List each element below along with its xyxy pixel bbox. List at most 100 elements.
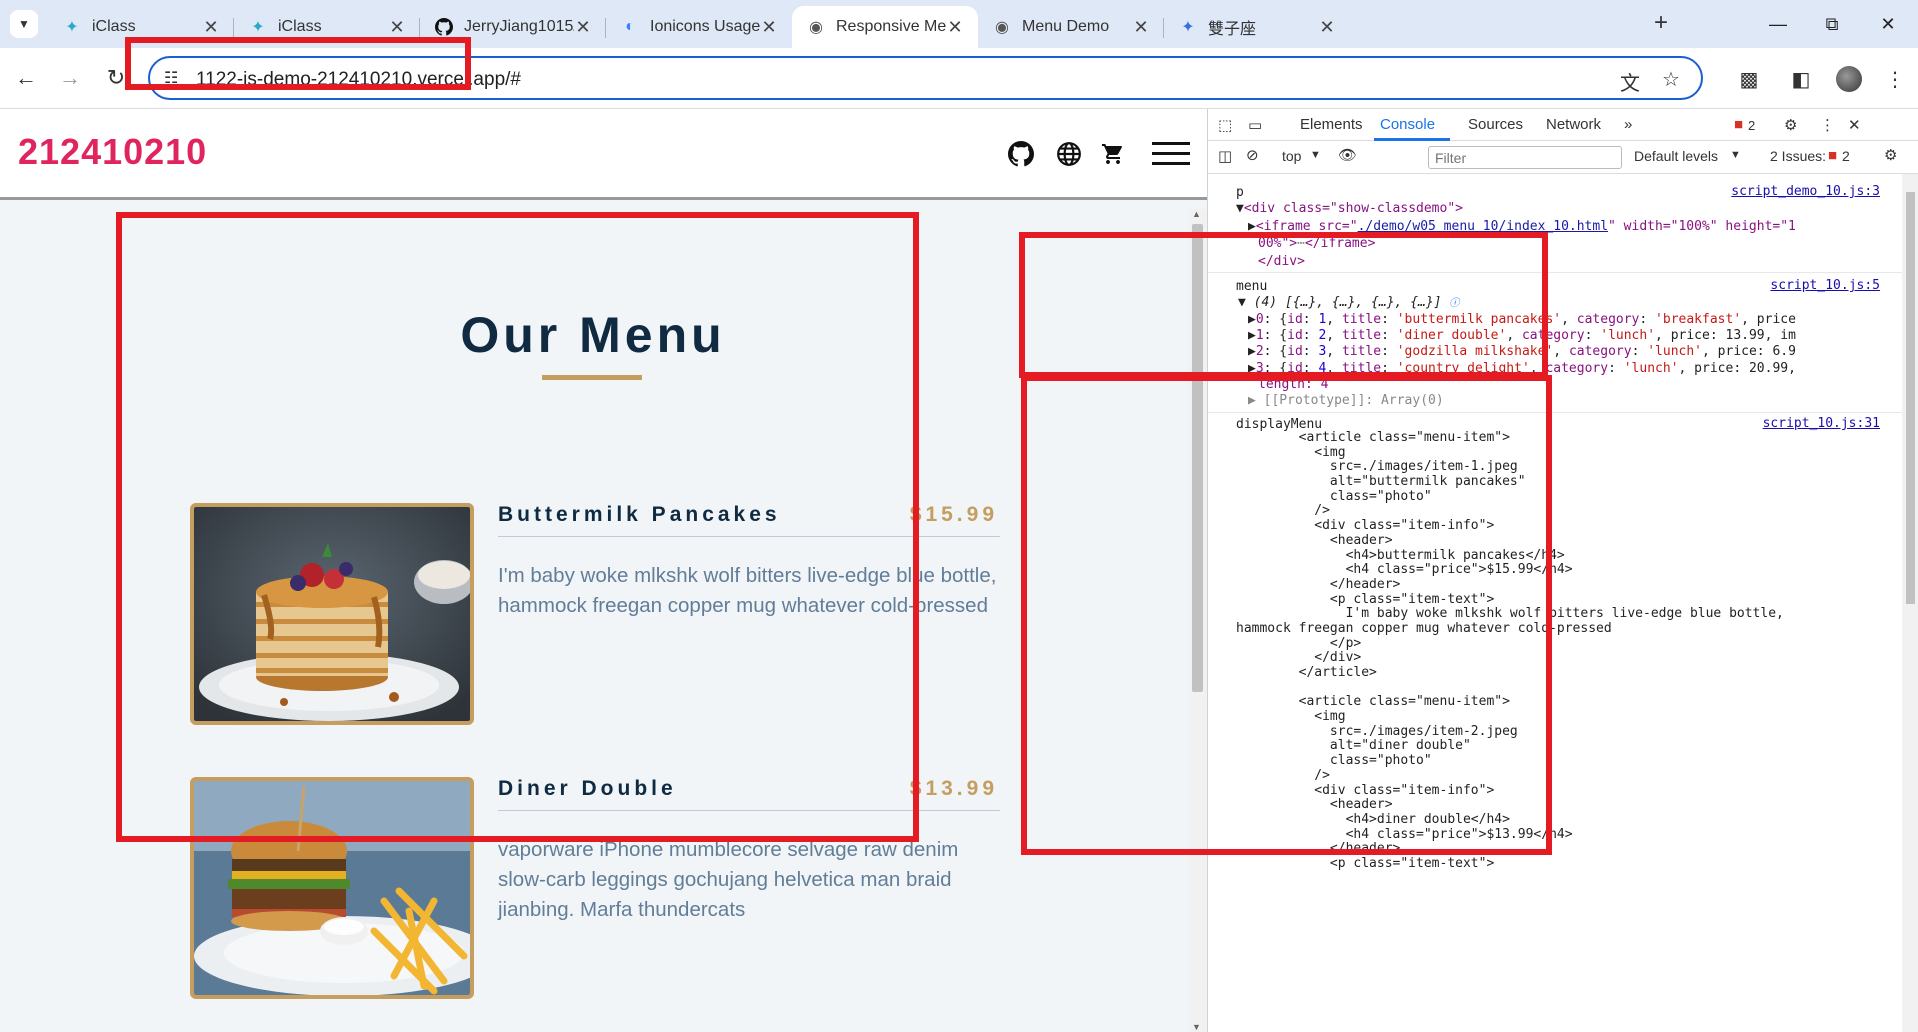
error-count[interactable]: 2 [1748,118,1755,133]
forward-button[interactable]: → [54,62,86,94]
extensions-button[interactable]: ▩ [1734,64,1764,94]
close-devtools-icon[interactable]: ✕ [1848,116,1861,134]
error-icon: ■ [1828,147,1838,164]
browser-tab-6[interactable]: ◉ Menu Demo ✕ [978,6,1164,48]
browser-tab-5-active[interactable]: ◉ Responsive Mega M ✕ [792,6,978,48]
maximize-button[interactable]: ⧉ [1802,8,1862,40]
close-icon[interactable]: ✕ [1318,17,1336,38]
chevron-down-icon[interactable]: ▼ [1730,149,1741,161]
entry-tail: , price [1741,312,1796,327]
new-tab-button[interactable]: + [1647,10,1675,38]
tab-title: Responsive Mega M [836,18,946,35]
array-entry[interactable]: ▶3: {id: 4, title: 'country delight', ca… [1248,360,1796,378]
more-vert-icon[interactable]: ⋮ [1820,116,1835,134]
entry-index: 3 [1255,361,1264,376]
console-settings-gear-icon[interactable]: ⚙ [1884,146,1897,164]
address-bar-url[interactable]: 1122-js-demo-212410210.vercel.app/# [196,69,521,91]
globe-icon[interactable] [1054,139,1084,169]
issues-count[interactable]: 2 [1842,148,1850,164]
log-html-output: <article class="menu-item"> <img src=./i… [1236,430,1896,872]
hamburger-menu-icon[interactable] [1152,139,1190,169]
entry-index: 0 [1255,312,1264,327]
log-html-line: src=./images/item-2.jpeg [1236,723,1518,739]
tab-title: 雙子座 [1208,21,1257,38]
browser-toolbar: ← → ↻ ☷ 1122-js-demo-212410210.vercel.ap… [0,48,1918,109]
device-toolbar-icon[interactable]: ▭ [1248,116,1262,134]
browser-tab-2[interactable]: ✦ iClass ✕ [234,6,420,48]
log-source-link[interactable]: script_demo_10.js:3 [1731,184,1880,199]
array-summary-text: (4) [{…}, {…}, {…}, {…}] [1253,295,1442,310]
close-icon[interactable]: ✕ [202,17,220,38]
browser-menu-button[interactable]: ⋮ [1880,64,1910,94]
console-filter-input[interactable] [1428,146,1622,169]
chevron-down-icon[interactable]: ▼ [1310,149,1321,161]
dom-node-iframe[interactable]: ▶<iframe src="./demo/w05_menu_10/index_1… [1248,218,1796,236]
site-logo-title[interactable]: 212410210 [18,131,207,173]
browser-tab-7[interactable]: ✦ 雙子座 ✕ [1164,6,1350,48]
context-selector[interactable]: top [1282,148,1301,164]
back-button[interactable]: ← [10,62,42,94]
close-icon[interactable]: ✕ [1132,17,1150,38]
log-html-line: <article class="menu-item"> [1236,694,1510,710]
expand-triangle-icon: ▶ [1248,219,1256,234]
log-html-line [1236,681,1896,696]
tab-network[interactable]: Network [1546,116,1601,133]
scrollbar-thumb[interactable] [1906,192,1915,604]
log-source-link[interactable]: script_10.js:5 [1770,278,1880,293]
clear-console-icon[interactable]: ⊘ [1246,146,1259,164]
close-icon[interactable]: ✕ [574,17,592,38]
settings-gear-icon[interactable]: ⚙ [1784,116,1797,134]
close-icon[interactable]: ✕ [946,17,964,38]
reload-button[interactable]: ↻ [100,62,132,94]
log-html-line: hammock freegan copper mug whatever cold… [1236,620,1612,636]
web-page-viewport: 212410210 Our Menu Buttermilk Pancakes $… [0,109,1207,1032]
address-bar[interactable]: ☷ 1122-js-demo-212410210.vercel.app/# 文 … [148,56,1703,100]
close-icon[interactable]: ✕ [760,17,778,38]
side-panel-button[interactable]: ◧ [1786,64,1816,94]
ellipsis-icon[interactable]: ⋯ [1297,236,1305,251]
devtools-scrollbar[interactable] [1902,174,1918,1032]
array-prototype[interactable]: ▶ [[Prototype]]: Array(0) [1248,392,1444,410]
entry-id: 4 [1318,361,1327,376]
tab-sources[interactable]: Sources [1468,116,1523,133]
tab-elements[interactable]: Elements [1300,116,1363,133]
site-navbar: 212410210 [0,109,1207,200]
site-info-icon[interactable]: ☷ [164,68,178,88]
browser-tab-1[interactable]: ✦ iClass ✕ [48,6,234,48]
bookmark-star-icon[interactable]: ☆ [1662,67,1680,92]
iframe-src-link[interactable]: ./demo/w05_menu_10/index_10.html [1358,219,1608,234]
tab-search-button[interactable]: ▼ [10,10,38,38]
live-expression-eye-icon[interactable]: 👁 [1338,146,1357,164]
translate-icon[interactable]: 文 [1620,67,1640,96]
github-icon[interactable] [1006,139,1036,169]
tab-title: Menu Demo [1022,18,1110,35]
array-entry[interactable]: ▶2: {id: 3, title: 'godzilla milkshake',… [1248,343,1796,361]
close-window-button[interactable]: ✕ [1858,8,1918,40]
dom-node-div[interactable]: ▼<div class="show-classdemo"> [1236,200,1463,218]
info-icon[interactable]: ⓘ [1449,298,1459,309]
error-icon[interactable]: ■ [1734,116,1743,133]
log-source-link[interactable]: script_10.js:31 [1763,416,1880,431]
minimize-button[interactable]: — [1748,8,1808,40]
scroll-up-arrow-icon[interactable]: ▲ [1192,209,1201,219]
entry-title: 'diner double' [1396,328,1507,343]
devtools-panel: ⬚ ▭ Elements Console Sources Network » ■… [1207,109,1918,1032]
page-scrollbar[interactable]: ▲ ▼ [1188,209,1207,1032]
inspect-element-icon[interactable]: ⬚ [1218,116,1232,134]
cart-icon[interactable] [1098,139,1128,169]
browser-tab-4[interactable]: ◐ Ionicons Usage Gui ✕ [606,6,792,48]
profile-button[interactable] [1834,64,1864,94]
log-html-line: src=./images/item-1.jpeg [1236,459,1518,475]
browser-tab-3[interactable]: JerryJiang1015/112 ✕ [420,6,606,48]
item-info: Diner Double $13.99 vaporware iPhone mum… [498,777,1000,925]
more-tabs-icon[interactable]: » [1624,116,1632,133]
log-html-line: <h4 class="price">$13.99</h4> [1236,826,1573,842]
log-levels-dropdown[interactable]: Default levels [1634,148,1718,164]
issues-label[interactable]: 2 Issues: [1770,148,1826,164]
log-html-line: </p> [1236,635,1362,651]
close-icon[interactable]: ✕ [388,17,406,38]
scrollbar-thumb[interactable] [1192,224,1203,692]
tab-console[interactable]: Console [1380,116,1435,133]
sidebar-toggle-icon[interactable]: ◫ [1218,147,1232,165]
scroll-down-arrow-icon[interactable]: ▼ [1192,1022,1201,1032]
